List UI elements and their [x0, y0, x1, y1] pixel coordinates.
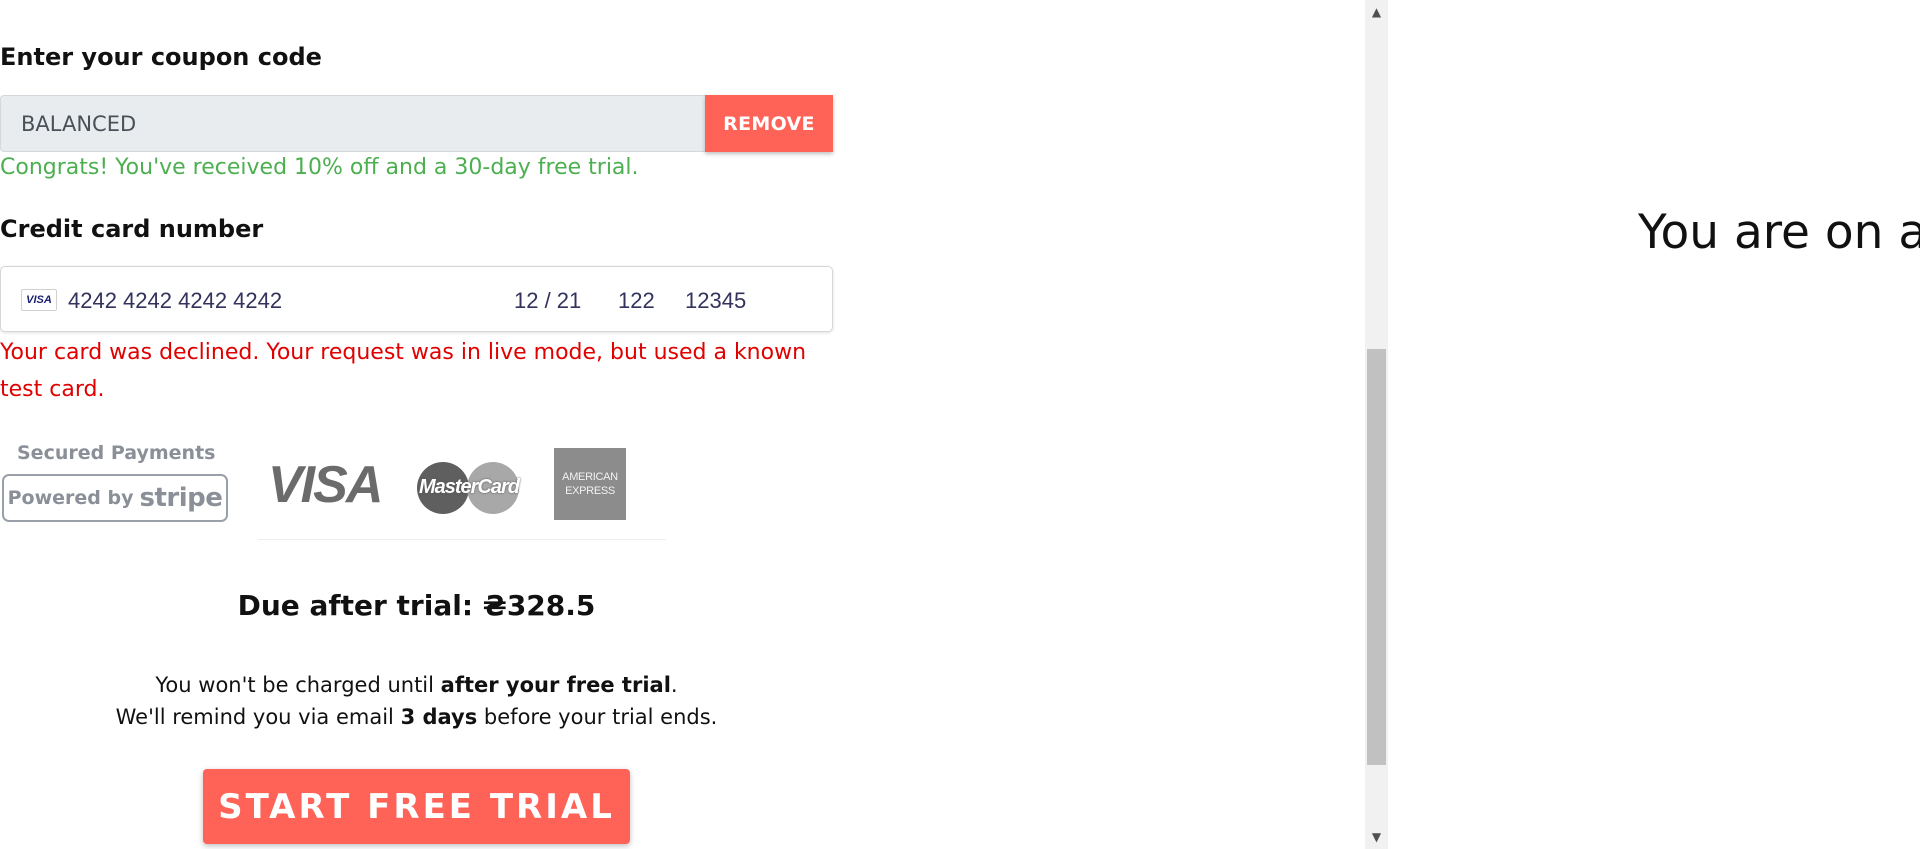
checkout-form: Enter your coupon code REMOVE Congrats! … [0, 0, 1365, 849]
card-error-message: Your card was declined. Your request was… [0, 340, 807, 402]
card-zip-input[interactable]: 12345 [685, 288, 746, 314]
visa-logo: VISA [268, 456, 383, 514]
powered-by-text: Powered by [7, 487, 134, 509]
card-expiry-input[interactable]: 12 / 21 [514, 288, 581, 314]
visa-card-icon: VISA [21, 289, 57, 311]
mastercard-text: MasterCard [418, 476, 520, 498]
powered-by-stripe-badge: Powered by stripe [2, 474, 228, 522]
scrollbar-thumb[interactable] [1367, 349, 1386, 765]
stripe-logo-text: stripe [139, 483, 223, 513]
amex-line1: AMERICAN [562, 471, 618, 483]
coupon-row: REMOVE [0, 95, 833, 152]
coupon-heading: Enter your coupon code [0, 43, 322, 71]
trial-info-line2: We'll remind you via email 3 days before… [115, 705, 718, 729]
start-free-trial-button[interactable]: START FREE TRIAL [203, 769, 630, 844]
credit-card-heading: Credit card number [0, 215, 264, 243]
scroll-down-arrow-icon[interactable]: ▼ [1365, 825, 1388, 849]
coupon-success-message: Congrats! You've received 10% off and a … [0, 155, 639, 180]
vertical-scrollbar[interactable]: ▲ ▼ [1365, 0, 1388, 849]
card-input-field[interactable]: VISA 4242 4242 4242 4242 12 / 21 122 123… [0, 266, 833, 332]
right-panel: You are on a [1388, 0, 1920, 849]
amex-line2: EXPRESS [565, 485, 615, 497]
due-after-trial-title: Due after trial: ₴328.5 [237, 589, 596, 622]
amex-logo: AMERICAN EXPRESS [554, 448, 626, 520]
right-panel-heading: You are on a [1638, 205, 1920, 260]
trial-info-line1: You won't be charged until after your fr… [155, 673, 678, 697]
logos-divider [258, 539, 666, 540]
coupon-input[interactable] [0, 95, 705, 152]
mastercard-logo: MasterCard [417, 462, 521, 514]
card-cvc-input[interactable]: 122 [618, 288, 655, 314]
remove-coupon-button[interactable]: REMOVE [705, 95, 833, 152]
trial-info-text: You won't be charged until after your fr… [0, 669, 833, 733]
scroll-up-arrow-icon[interactable]: ▲ [1365, 0, 1388, 24]
card-number-input[interactable]: 4242 4242 4242 4242 [68, 288, 282, 314]
secured-payments-label: Secured Payments [17, 442, 216, 464]
